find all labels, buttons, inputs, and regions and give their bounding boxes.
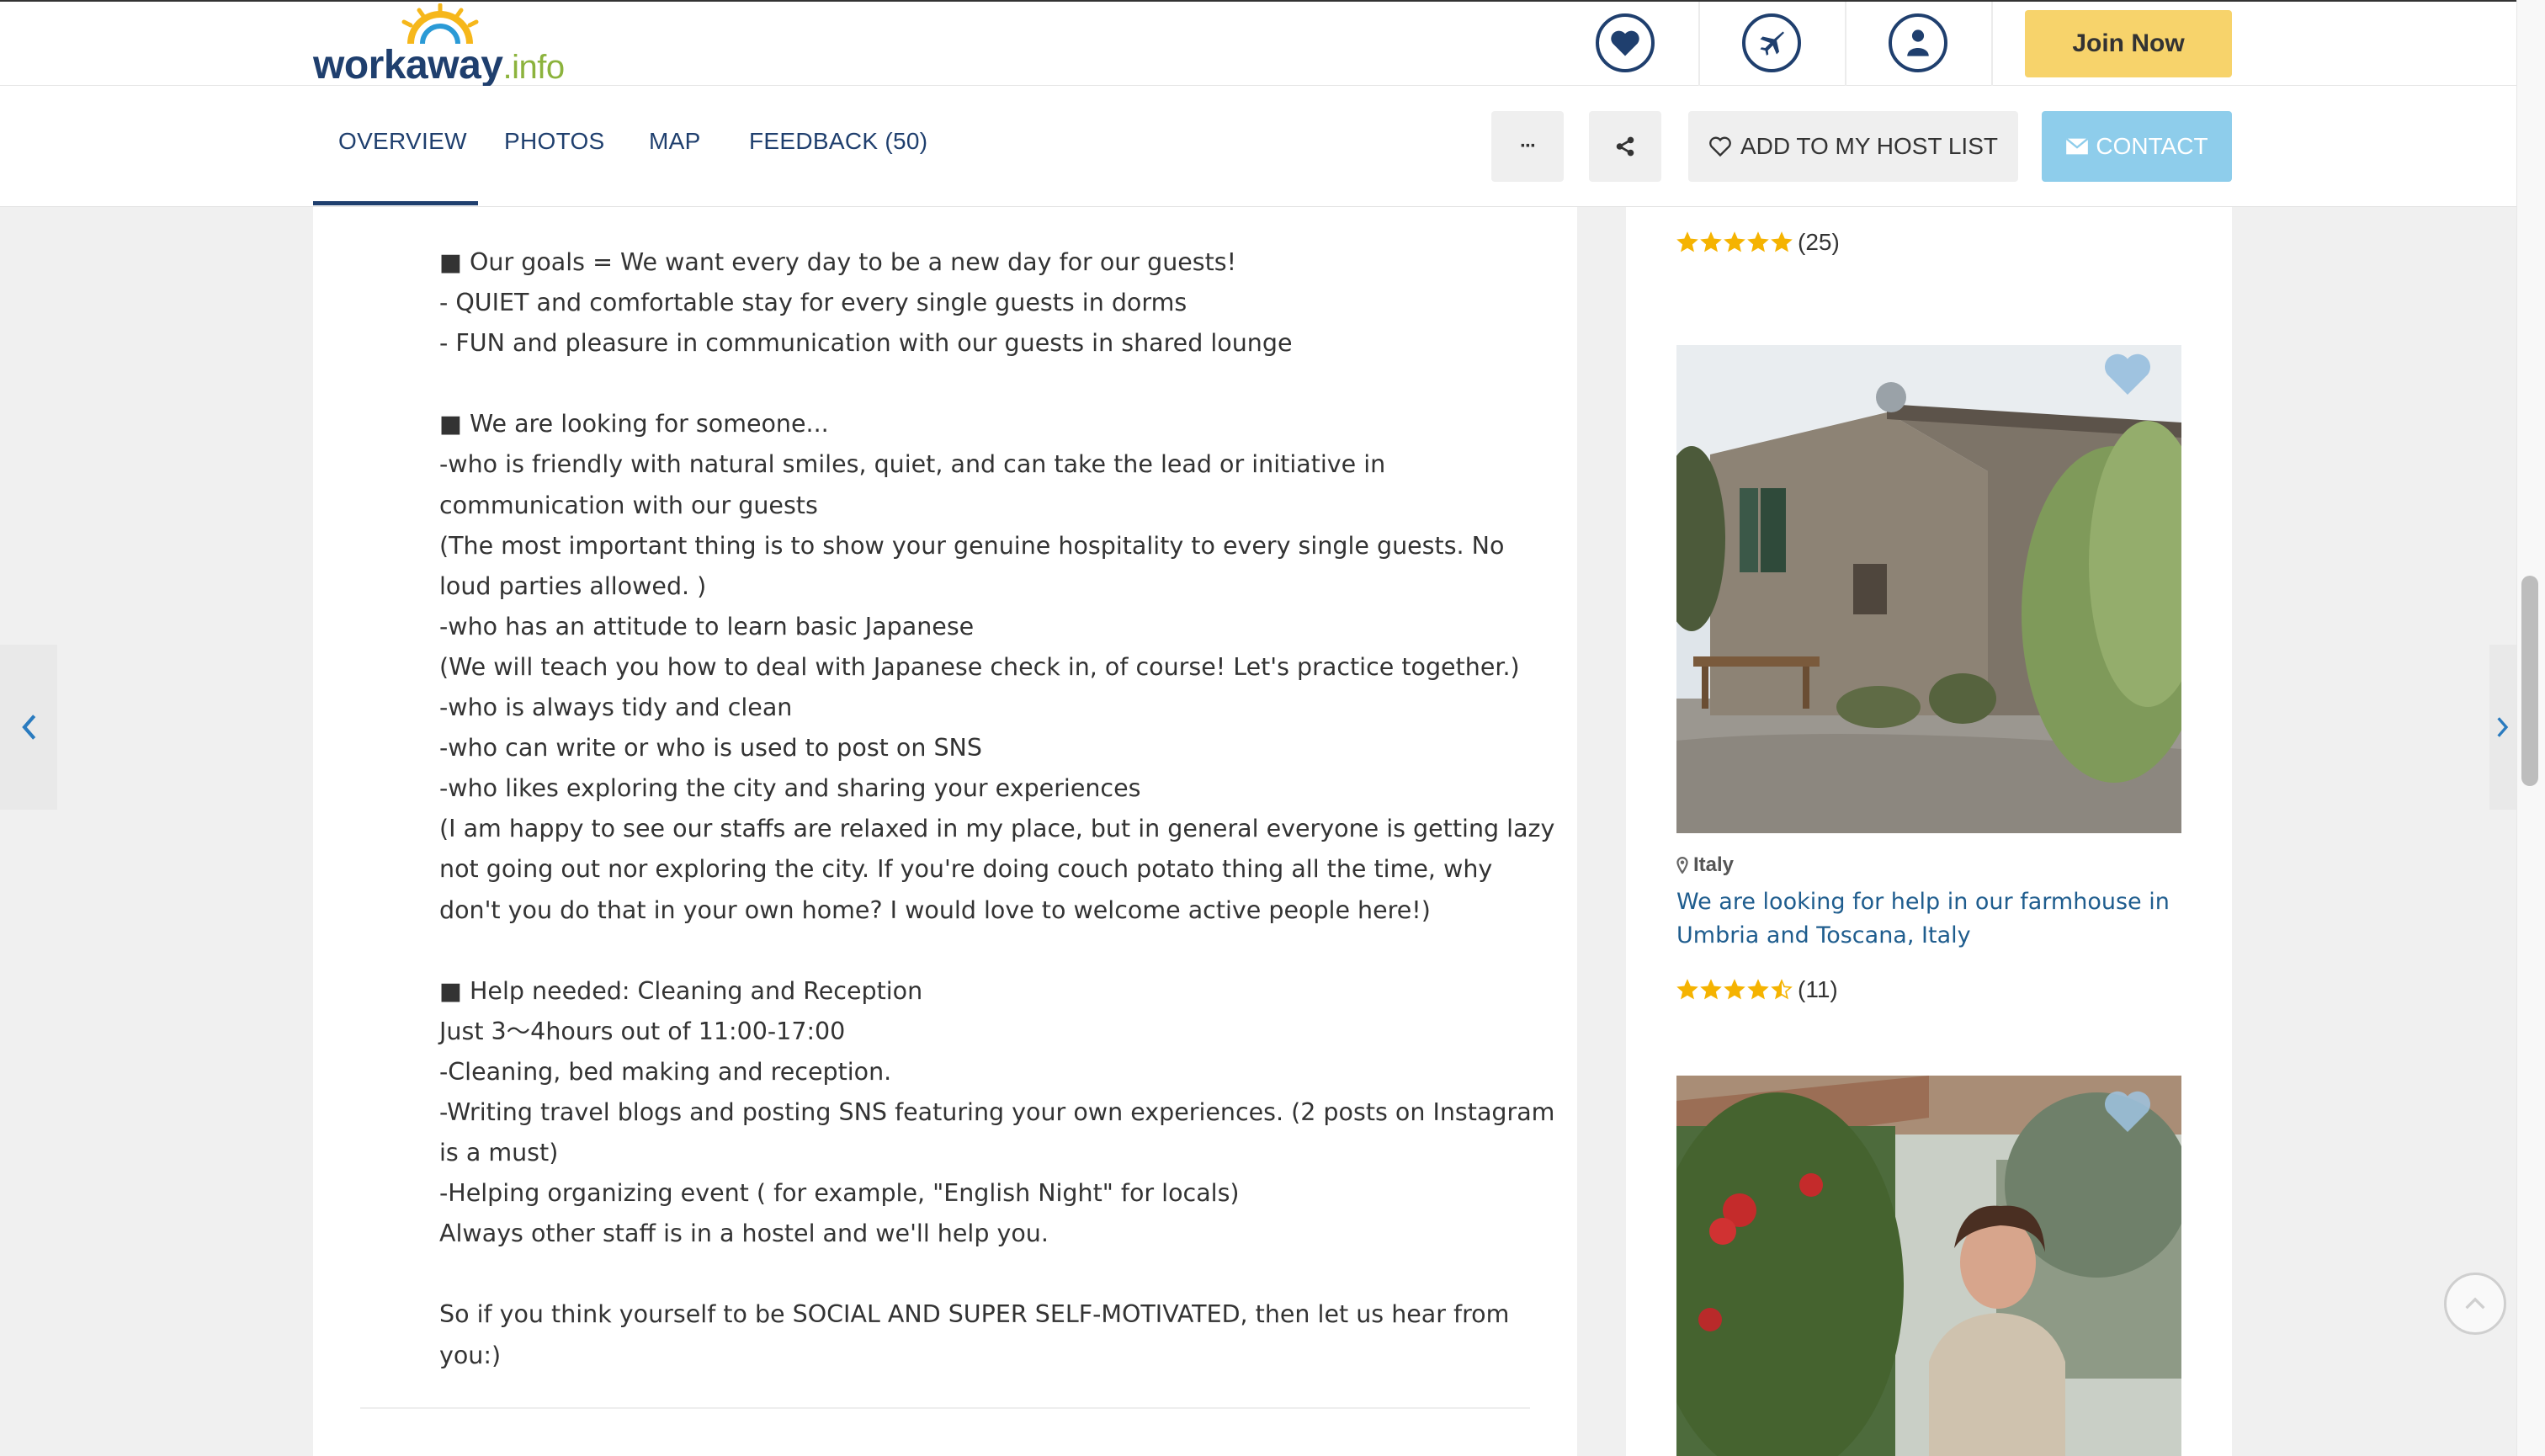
description-line: not going out nor exploring the city. If…: [439, 855, 1493, 884]
star-icon: [1724, 979, 1745, 1000]
description-line: ■ Help needed: Cleaning and Reception: [439, 976, 923, 1005]
favorite-heart-icon[interactable]: [2102, 1087, 2153, 1135]
logo-text: workaway.info: [313, 43, 565, 88]
description-line: -Writing travel blogs and posting SNS fe…: [439, 1097, 1555, 1126]
review-count: (25): [1798, 229, 1840, 255]
star-icon: [1771, 979, 1793, 1000]
listing-subnav: OVERVIEW PHOTOS MAP FEEDBACK (50) ··· AD…: [0, 86, 2516, 207]
description-line: ■ We are looking for someone...: [439, 410, 829, 438]
more-options-button[interactable]: ···: [1491, 111, 1564, 182]
card-title-link[interactable]: We are looking for help in our farmhouse…: [1676, 885, 2181, 953]
divider: [360, 1407, 1530, 1409]
description-line: So if you think yourself to be SOCIAL AN…: [439, 1300, 1510, 1329]
star-icon: [1724, 231, 1745, 252]
next-listing-arrow[interactable]: [2489, 645, 2516, 810]
card-rating: (11): [1676, 976, 1838, 1003]
star-icon: [1700, 979, 1722, 1000]
share-icon: [1616, 136, 1634, 157]
favorites-heart-icon[interactable]: [1596, 13, 1655, 72]
description-line: Always other staff is in a hostel and we…: [439, 1220, 1049, 1248]
prev-listing-arrow[interactable]: [0, 645, 57, 810]
top-header: workaway.info Join Now: [0, 0, 2516, 88]
similar-hosts-sidebar: (25) Italy We are looking for help in ou…: [1626, 207, 2232, 1456]
favorite-heart-icon[interactable]: [2102, 350, 2153, 397]
tab-feedback[interactable]: FEEDBACK (50): [749, 128, 927, 155]
user-icon[interactable]: [1889, 13, 1947, 72]
star-rating: [1676, 231, 1793, 253]
description-line: -who is always tidy and clean: [439, 693, 793, 722]
map-marker-icon: [1676, 857, 1688, 874]
heart-outline-icon: [1709, 136, 1731, 157]
description-line: (The most important thing is to show you…: [439, 531, 1505, 560]
share-button[interactable]: [1589, 111, 1661, 182]
description-line: loud parties allowed. ): [439, 571, 707, 600]
chevron-left-icon: [22, 715, 36, 740]
description-line: -who is friendly with natural smiles, qu…: [439, 450, 1386, 479]
description-line: -who has an attitude to learn basic Japa…: [439, 612, 975, 640]
description-line: (We will teach you how to deal with Japa…: [439, 652, 1520, 681]
active-tab-indicator: [313, 201, 478, 205]
description-line: (I am happy to see our staffs are relaxe…: [439, 815, 1555, 843]
contact-button[interactable]: CONTACT: [2042, 111, 2232, 182]
workaway-logo[interactable]: workaway.info: [313, 3, 574, 88]
card-location: Italy: [1676, 853, 1734, 877]
star-icon: [1700, 231, 1722, 252]
description-line: you:): [439, 1341, 502, 1369]
tab-photos[interactable]: PHOTOS: [504, 128, 605, 155]
card-rating: (25): [1676, 229, 1840, 256]
star-icon: [1747, 979, 1769, 1000]
star-rating: [1676, 979, 1793, 1001]
join-now-button[interactable]: Join Now: [2025, 10, 2232, 77]
host-photo-farmhouse[interactable]: [1676, 345, 2181, 833]
star-icon: [1771, 231, 1793, 252]
description-line: -who can write or who is used to post on…: [439, 734, 982, 763]
scroll-to-top-button[interactable]: [2444, 1273, 2506, 1335]
tab-overview[interactable]: OVERVIEW: [338, 128, 467, 155]
plane-icon[interactable]: [1742, 13, 1801, 72]
description-line: -Helping organizing event ( for example,…: [439, 1179, 1240, 1208]
description-text: ■ Our goals = We want every day to be a …: [439, 242, 1555, 1376]
chevron-up-icon: [2465, 1297, 2485, 1310]
envelope-icon: [2065, 137, 2089, 155]
description-line: -Cleaning, bed making and reception.: [439, 1057, 892, 1086]
star-icon: [1747, 231, 1769, 252]
description-line: ■ Our goals = We want every day to be a …: [439, 248, 1237, 276]
review-count: (11): [1798, 976, 1838, 1002]
description-line: communication with our guests: [439, 491, 818, 519]
add-to-host-list-button[interactable]: ADD TO MY HOST LIST: [1688, 111, 2018, 182]
description-line: don't you do that in your own home? I wo…: [439, 895, 1431, 924]
chevron-right-icon: [2497, 717, 2509, 737]
description-line: - QUIET and comfortable stay for every s…: [439, 289, 1187, 317]
farmhouse-photo: [1676, 345, 2181, 833]
host-list-label: ADD TO MY HOST LIST: [1740, 133, 1998, 159]
description-line: -who likes exploring the city and sharin…: [439, 774, 1141, 803]
description-panel: ■ Our goals = We want every day to be a …: [313, 207, 1577, 1456]
sun-icon: [401, 3, 479, 45]
star-icon: [1676, 979, 1698, 1000]
star-icon: [1676, 231, 1698, 252]
contact-label: CONTACT: [2096, 133, 2208, 159]
ellipsis-icon: ···: [1520, 135, 1537, 157]
scrollbar-thumb[interactable]: [2521, 576, 2538, 786]
description-line: Just 3〜4hours out of 11:00-17:00: [439, 1017, 846, 1045]
description-line: - FUN and pleasure in communication with…: [439, 329, 1293, 358]
description-line: is a must): [439, 1139, 559, 1167]
tab-map[interactable]: MAP: [649, 128, 701, 155]
